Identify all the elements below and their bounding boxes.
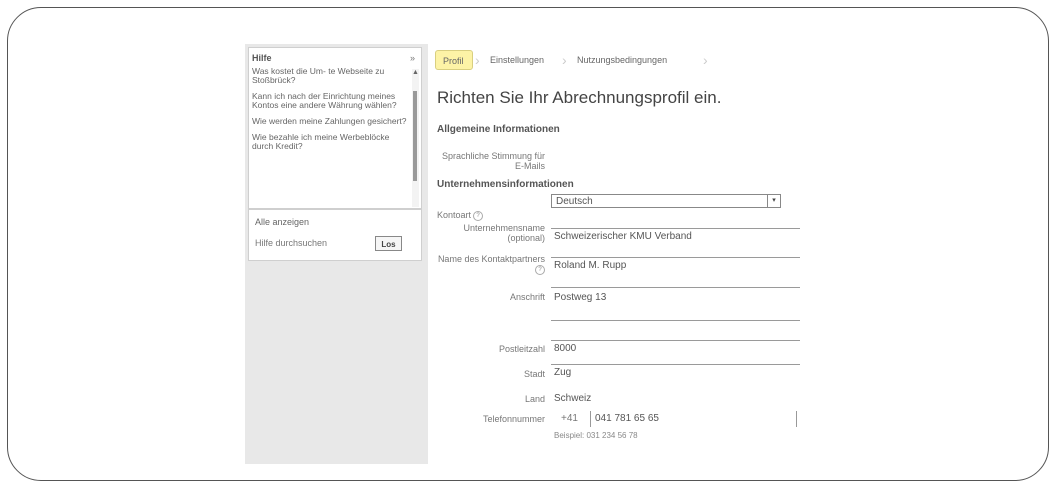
address-value: Postweg 13 — [554, 292, 607, 303]
language-select[interactable]: Deutsch ▾ — [551, 194, 781, 208]
address-label: Anschrift — [509, 292, 545, 302]
step-separator-icon: › — [562, 52, 567, 68]
help-scrollbar[interactable]: ▲ — [412, 69, 419, 207]
screenshot: Hilfe » Was kostet die Um- te Webseite z… — [245, 44, 805, 464]
contact-label: Name des Kontaktpartners? — [431, 254, 545, 275]
help-search-input[interactable]: Hilfe durchsuchen — [255, 238, 365, 252]
help-search-button[interactable]: Los — [375, 236, 402, 251]
phone-label: Telefonnummer — [482, 414, 545, 424]
country-label: Land — [524, 394, 545, 404]
account-type-label: Kontoart? — [437, 210, 547, 221]
city-label: Stadt — [523, 369, 545, 379]
help-panel: Hilfe » Was kostet die Um- te Webseite z… — [248, 47, 422, 209]
phone-value: 041 781 65 65 — [595, 413, 659, 424]
collapse-icon[interactable]: » — [410, 53, 415, 63]
help-header: Hilfe » — [252, 53, 418, 67]
city-field[interactable] — [551, 364, 800, 381]
language-label: Sprachliche Stimmung für E-Mails — [441, 151, 545, 171]
general-section-title: Allgemeine Informationen — [437, 124, 560, 135]
zip-value: 8000 — [554, 343, 577, 354]
help-link[interactable]: Wie bezahle ich meine Werbeblöcke durch … — [252, 133, 407, 151]
help-icon[interactable]: ? — [535, 264, 545, 275]
step-separator-icon: › — [703, 52, 708, 68]
company-section-title: Unternehmensinformationen — [437, 179, 574, 190]
zip-label: Postleitzahl — [498, 344, 545, 354]
step-settings[interactable]: Einstellungen — [483, 50, 563, 70]
dropdown-arrow-icon[interactable]: ▾ — [767, 195, 780, 207]
step-profile[interactable]: Profil — [435, 50, 473, 70]
help-link[interactable]: Wie werden meine Zahlungen gesichert? — [252, 117, 407, 126]
contact-label-text: Name des Kontaktpartners — [437, 254, 545, 264]
help-icon[interactable]: ? — [473, 210, 484, 221]
zip-field[interactable] — [551, 340, 800, 357]
language-value: Deutsch — [556, 196, 593, 207]
country-value: Schweiz — [554, 393, 592, 404]
account-type-label-text: Kontoart — [437, 210, 472, 220]
sidebar: Hilfe » Was kostet die Um- te Webseite z… — [245, 44, 428, 464]
help-link[interactable]: Was kostet die Um- te Webseite zu Stoßbr… — [252, 67, 407, 85]
address-line-2-field[interactable] — [551, 320, 800, 337]
scrollbar-thumb[interactable] — [413, 91, 417, 181]
help-search-panel: Alle anzeigen Hilfe durchsuchen Los — [248, 209, 422, 261]
page-title: Richten Sie Ihr Abrechnungsprofil ein. — [437, 88, 722, 107]
city-value: Zug — [554, 367, 572, 378]
step-terms[interactable]: Nutzungsbedingungen — [570, 50, 710, 70]
contact-value: Roland M. Rupp — [554, 260, 627, 271]
company-name-label: Unternehmensname (optional) — [463, 223, 545, 243]
help-show-all-link[interactable]: Alle anzeigen — [255, 217, 309, 227]
step-separator-icon: › — [475, 52, 480, 68]
phone-example-hint: Beispiel: 031 234 56 78 — [554, 431, 638, 440]
company-name-value: Schweizerischer KMU Verband — [554, 231, 692, 242]
help-title: Hilfe — [252, 53, 272, 63]
scroll-up-icon[interactable]: ▲ — [412, 69, 419, 76]
help-link-list: Was kostet die Um- te Webseite zu Stoßbr… — [252, 67, 407, 207]
help-link[interactable]: Kann ich nach der Einrichtung meines Kon… — [252, 92, 407, 110]
phone-country-code: +41 — [561, 413, 578, 424]
phone-field[interactable]: 041 781 65 65 — [590, 411, 797, 427]
